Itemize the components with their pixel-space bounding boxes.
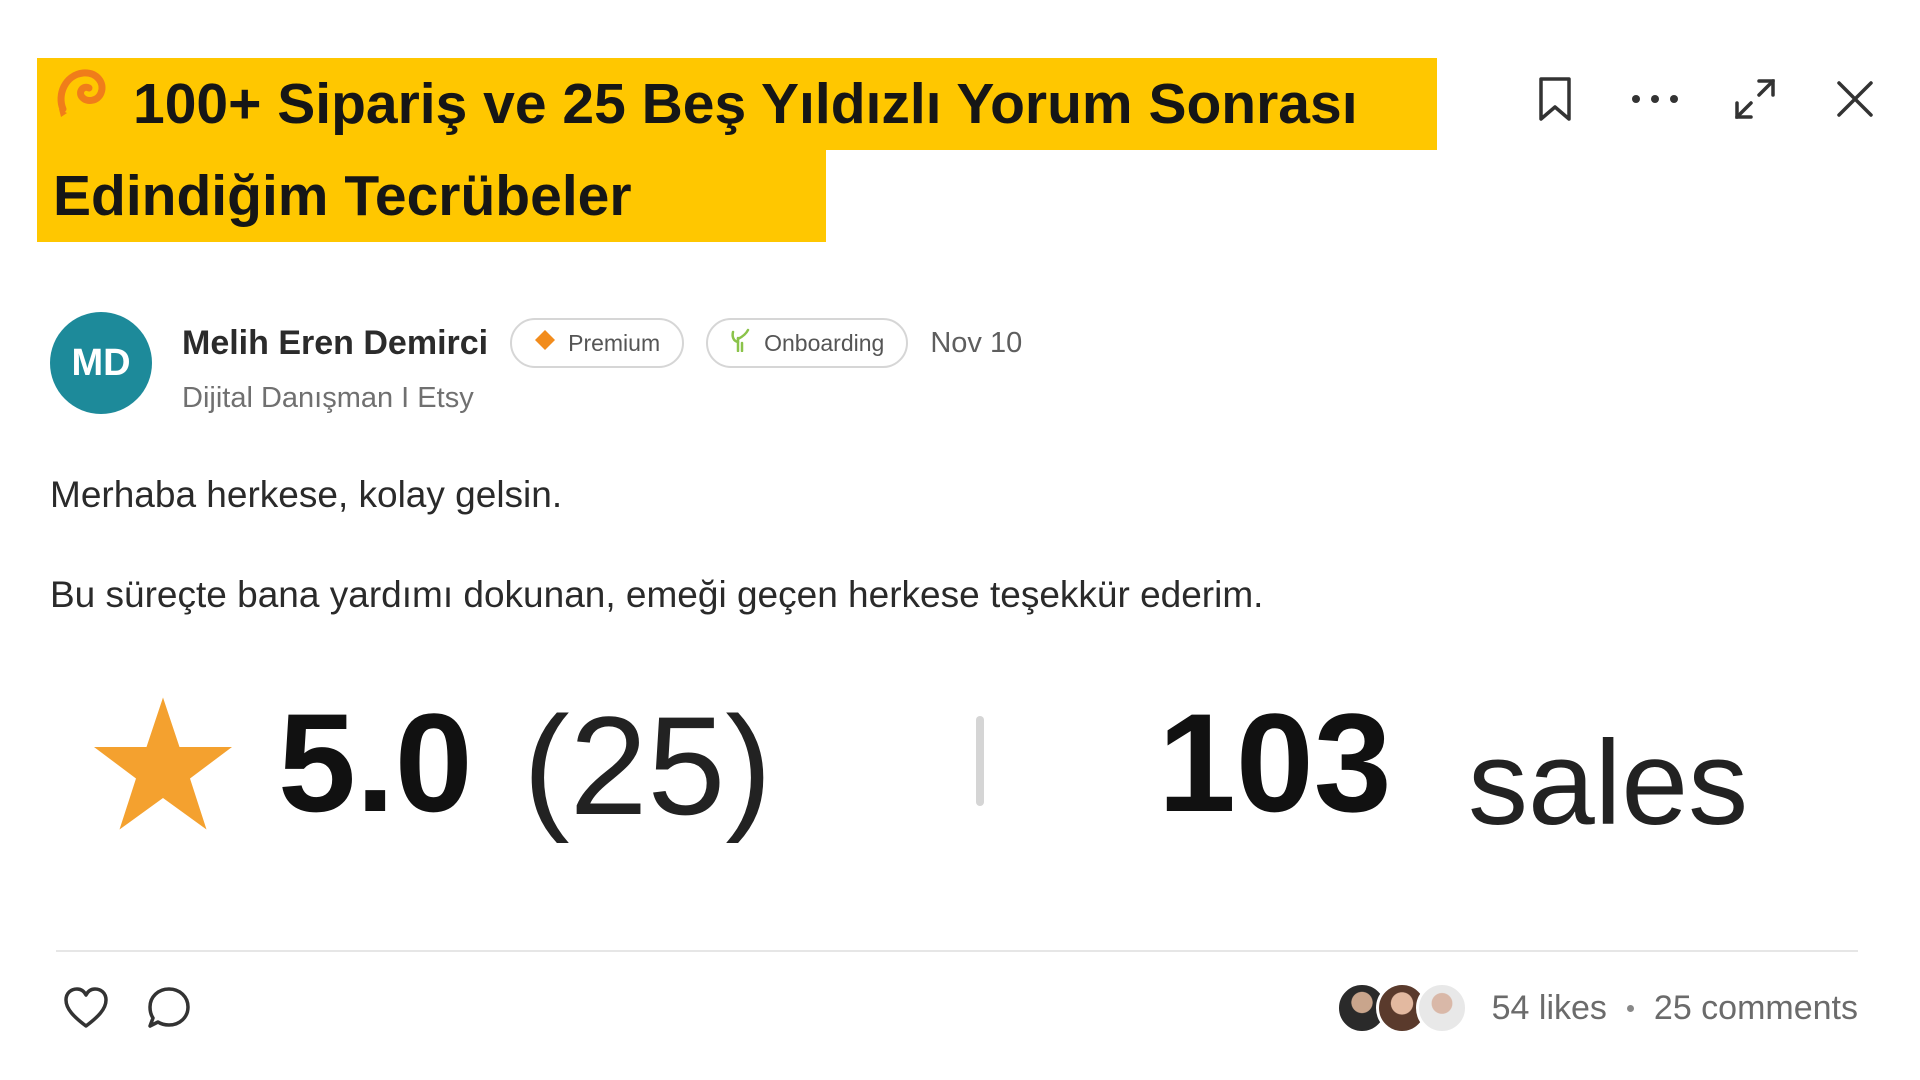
expand-icon — [1733, 77, 1777, 126]
comments-count[interactable]: 25 comments — [1654, 989, 1858, 1028]
author-block: MD Melih Eren Demirci Premium Onboarding… — [50, 312, 1022, 415]
bookmark-button[interactable] — [1526, 72, 1584, 130]
rating-divider — [976, 716, 984, 806]
sales-label: sales — [1468, 716, 1749, 850]
comment-button[interactable] — [146, 985, 192, 1036]
more-options-button[interactable] — [1626, 72, 1684, 130]
rating-sales-image: 5.0 (25) 103 sales — [88, 678, 1828, 858]
author-name[interactable]: Melih Eren Demirci — [182, 324, 488, 363]
post-date: Nov 10 — [930, 326, 1023, 359]
author-info: Melih Eren Demirci Premium Onboarding No… — [182, 318, 1022, 415]
engagement-stats: 54 likes 25 comments — [1492, 989, 1858, 1028]
review-count: (25) — [523, 687, 772, 844]
more-dots-icon — [1630, 92, 1680, 110]
post-title: 100+ Sipariş ve 25 Beş Yıldızlı Yorum So… — [37, 58, 1437, 242]
close-button[interactable] — [1826, 72, 1884, 130]
post-actions — [1526, 72, 1884, 130]
star-icon — [94, 697, 232, 830]
liker-avatars[interactable] — [1335, 982, 1468, 1034]
divider — [56, 950, 1858, 952]
engagement-summary: 54 likes 25 comments — [1335, 982, 1858, 1034]
avatar[interactable]: MD — [50, 312, 152, 414]
onboarding-badge-label: Onboarding — [764, 329, 885, 356]
reaction-actions — [62, 985, 192, 1036]
post-title-line-1: 100+ Sipariş ve 25 Beş Yıldızlı Yorum So… — [37, 58, 1437, 150]
post-title-text-1: 100+ Sipariş ve 25 Beş Yıldızlı Yorum So… — [133, 72, 1358, 136]
premium-badge-label: Premium — [568, 329, 661, 356]
close-icon — [1835, 79, 1875, 124]
sales-number: 103 — [1158, 684, 1392, 841]
swirl-emoji-icon — [53, 58, 111, 150]
author-row: Melih Eren Demirci Premium Onboarding No… — [182, 318, 1022, 368]
diamond-icon — [534, 329, 556, 357]
expand-button[interactable] — [1726, 72, 1784, 130]
comment-icon — [146, 987, 192, 1035]
separator-dot — [1626, 1004, 1634, 1012]
likes-count[interactable]: 54 likes — [1492, 989, 1607, 1028]
like-button[interactable] — [62, 986, 110, 1035]
rating-score: 5.0 — [278, 684, 473, 841]
bookmark-icon — [1535, 75, 1575, 128]
post-paragraph-2: Bu süreçte bana yardımı dokunan, emeği g… — [50, 574, 1264, 615]
post-title-line-2: Edindiğim Tecrübeler — [37, 150, 826, 242]
heart-icon — [62, 987, 110, 1034]
author-subtitle: Dijital Danışman I Etsy — [182, 382, 474, 414]
premium-badge: Premium — [510, 318, 685, 368]
sprout-icon — [730, 328, 752, 358]
liker-avatar-3 — [1415, 982, 1468, 1034]
onboarding-badge: Onboarding — [706, 318, 909, 368]
post-paragraph-1: Merhaba herkese, kolay gelsin. — [50, 474, 563, 515]
